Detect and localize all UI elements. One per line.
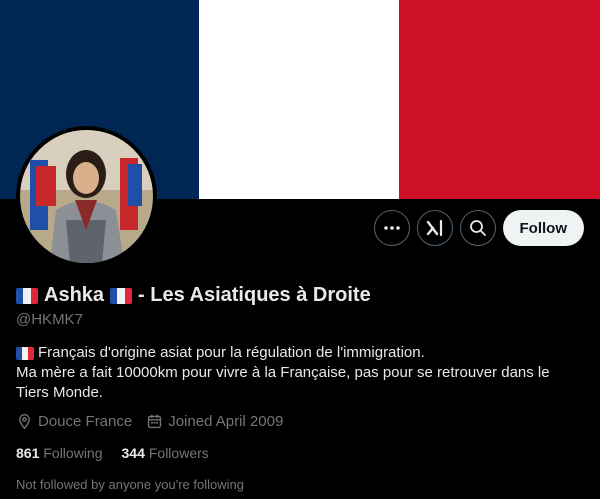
followers-link[interactable]: 344 Followers — [122, 445, 209, 461]
display-name: Ashka - Les Asiatiques à Droite — [16, 284, 371, 307]
location-item: Douce France — [16, 413, 132, 430]
following-count: 861 — [16, 445, 40, 461]
banner-stripe-red — [399, 0, 600, 199]
flag-france-icon — [16, 287, 38, 304]
calendar-icon — [148, 414, 162, 429]
display-name-part1: Ashka — [44, 284, 105, 306]
profile-actions: Follow — [373, 210, 584, 246]
more-button[interactable] — [373, 210, 410, 246]
banner-stripe-white — [199, 0, 399, 199]
grok-icon — [426, 219, 442, 237]
profile-bio: Français d'origine asiat pour la régulat… — [16, 343, 576, 403]
follow-button[interactable]: Follow — [502, 210, 584, 246]
flag-france-icon — [16, 346, 34, 360]
display-name-part2: - Les Asiatiques à Droite — [138, 284, 371, 306]
joined-text: Joined April 2009 — [168, 413, 284, 430]
bio-line-1: Français d'origine asiat pour la régulat… — [38, 344, 425, 361]
bio-line-2: Ma mère a fait 10000km pour vivre à la F… — [16, 364, 550, 401]
location-pin-icon — [19, 414, 30, 430]
profile-meta: Douce France Joined April 2009 — [16, 413, 283, 430]
joined-item: Joined April 2009 — [146, 413, 283, 430]
following-label: Following — [43, 445, 103, 461]
avatar-image — [20, 130, 153, 263]
follow-counts: 861 Following 344 Followers — [16, 445, 209, 461]
location-text: Douce France — [38, 413, 133, 430]
not-followed-notice: Not followed by anyone you're following — [16, 477, 244, 492]
search-button[interactable] — [459, 210, 496, 246]
search-icon — [469, 220, 486, 236]
user-handle: @HKMK7 — [16, 311, 83, 328]
following-link[interactable]: 861 Following — [16, 445, 103, 461]
followers-label: Followers — [148, 445, 209, 461]
flag-france-icon — [110, 287, 133, 304]
followers-count: 344 — [121, 445, 145, 461]
profile-avatar[interactable] — [16, 126, 157, 267]
grok-button[interactable] — [416, 210, 453, 246]
more-icon — [383, 226, 400, 230]
